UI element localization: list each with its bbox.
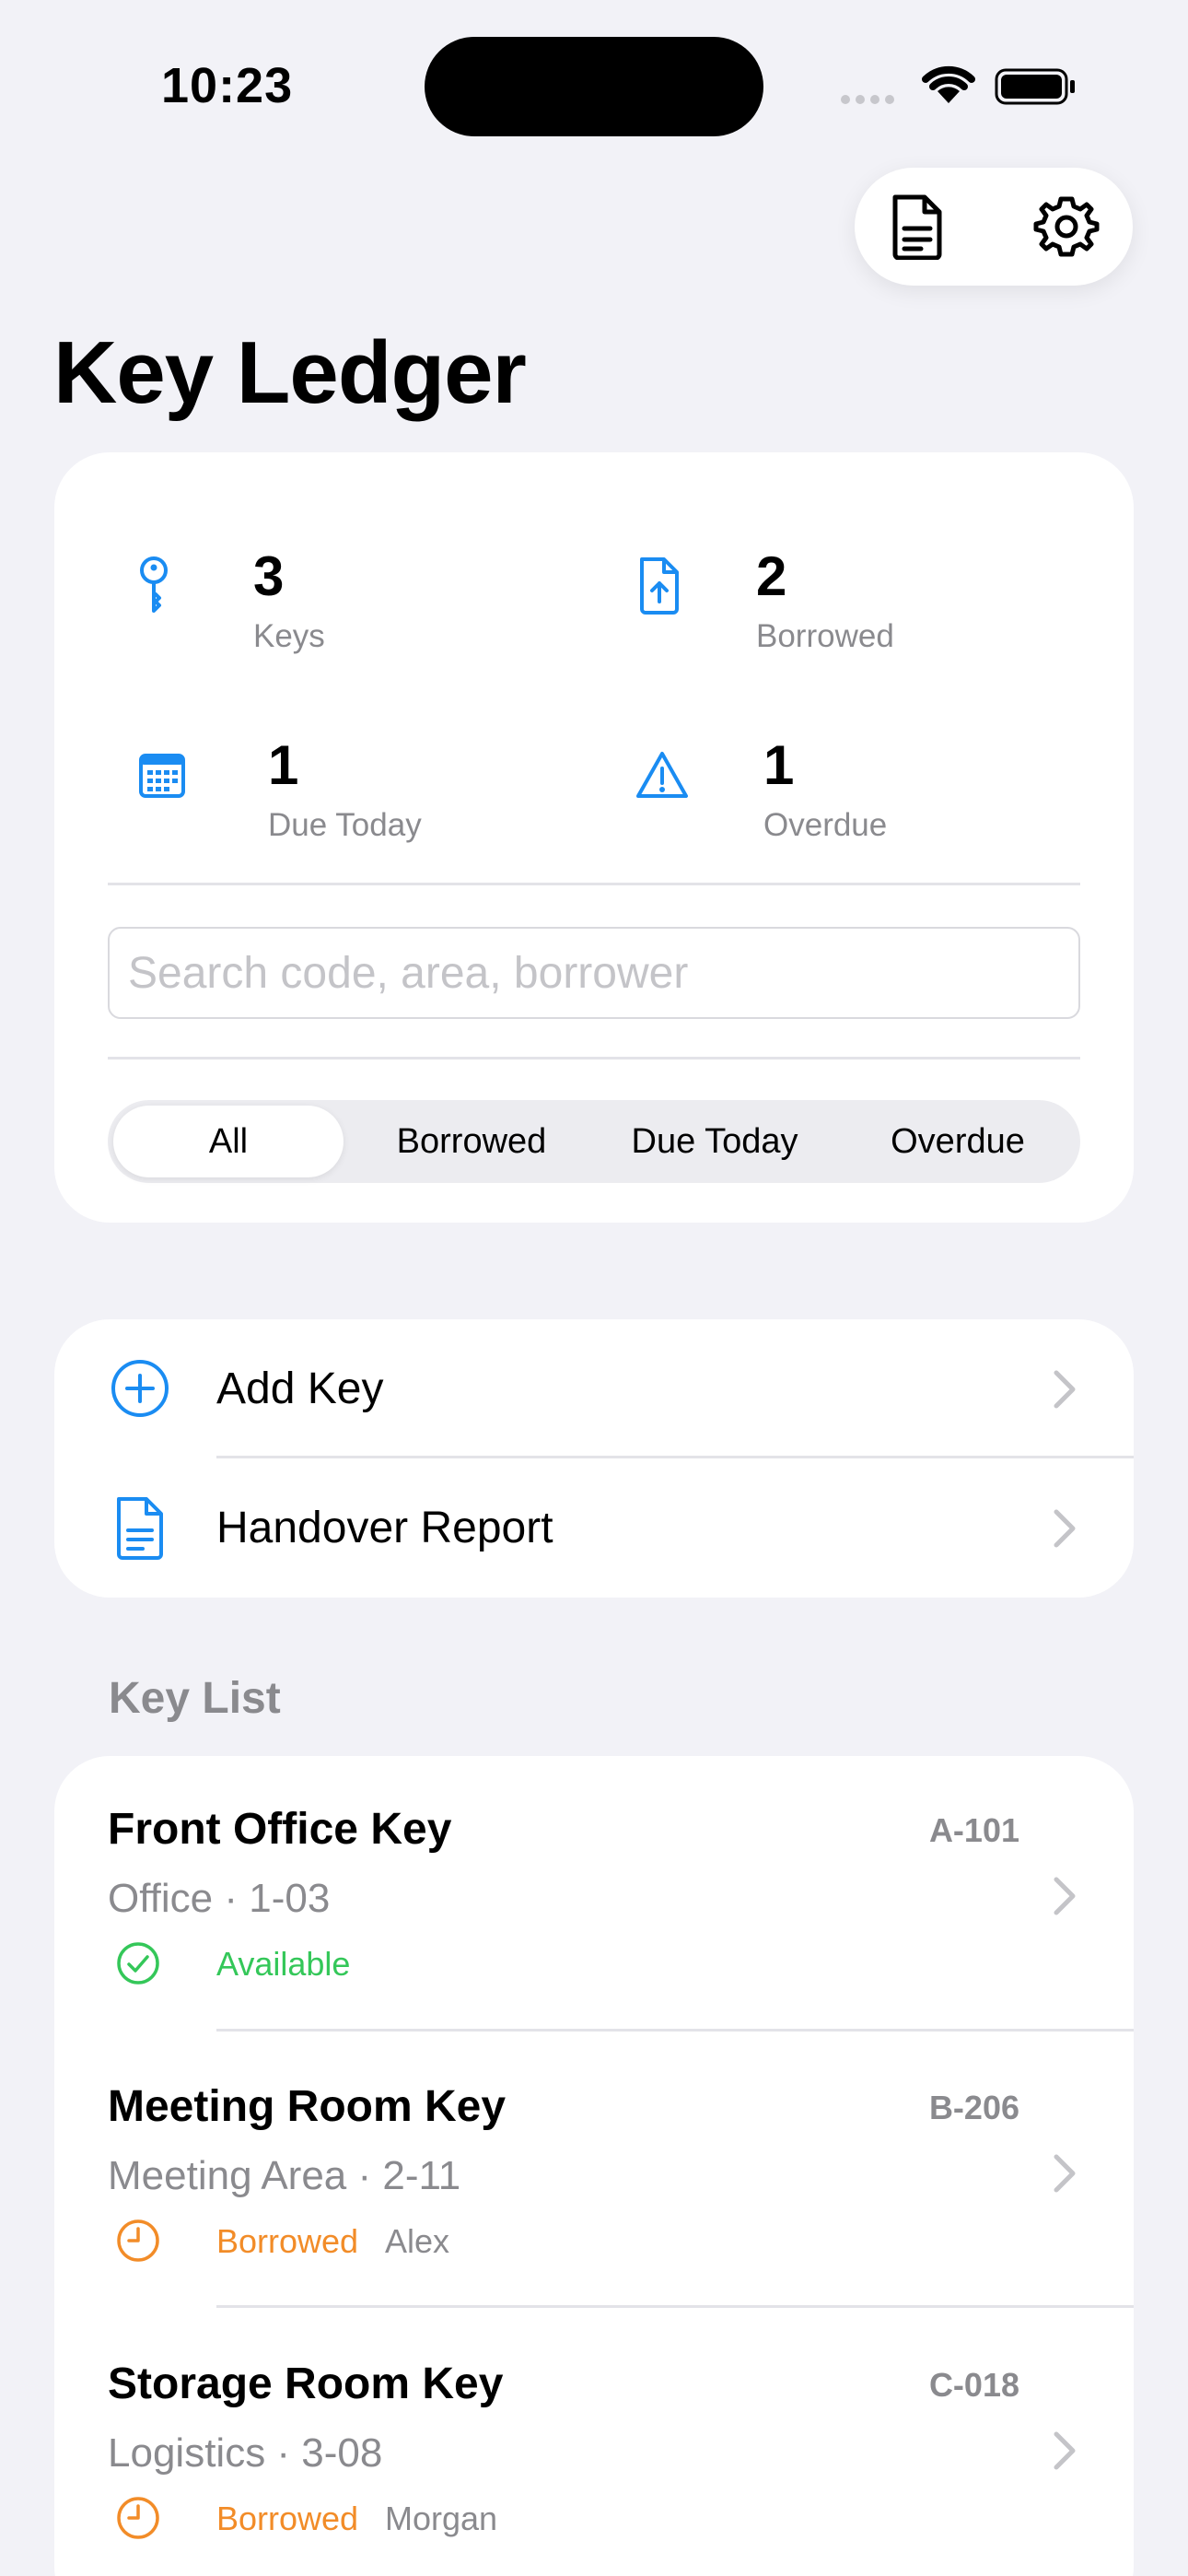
section-title-key-list: Key List bbox=[109, 1674, 281, 1723]
key-row[interactable]: Meeting Room Key B-206 Meeting Area · 2-… bbox=[54, 2033, 1134, 2310]
signal-wifi-battery-icon bbox=[841, 65, 1075, 105]
stat-value: 1 bbox=[763, 734, 795, 796]
borrower-name: Morgan bbox=[385, 2500, 498, 2537]
plus-circle-icon bbox=[111, 1360, 169, 1417]
key-list-card: Front Office Key A-101 Office · 1-03 Ava… bbox=[54, 1756, 1134, 2576]
key-code: B-206 bbox=[928, 2089, 1019, 2126]
doc-upload-icon bbox=[640, 557, 679, 615]
stat-label: Due Today bbox=[268, 807, 422, 843]
key-name: Meeting Room Key bbox=[108, 2082, 507, 2131]
stat-value: 1 bbox=[268, 734, 299, 796]
key-code: A-101 bbox=[928, 1811, 1019, 1849]
page-title: Key Ledger bbox=[53, 323, 527, 422]
key-meta: Meeting Area · 2-11 bbox=[108, 2153, 461, 2198]
stat-borrowed: 2 Borrowed bbox=[635, 544, 1049, 655]
add-key-button[interactable]: Add Key bbox=[54, 1319, 1134, 1458]
stat-value: 2 bbox=[756, 545, 787, 607]
clock-icon bbox=[117, 2219, 159, 2262]
filter-segmented-control: All Borrowed Due Today Overdue bbox=[108, 1100, 1080, 1183]
stat-keys: 3 Keys bbox=[135, 544, 550, 655]
filter-all[interactable]: All bbox=[113, 1106, 344, 1177]
document-icon bbox=[892, 194, 942, 260]
document-icon bbox=[117, 1497, 163, 1560]
action-label: Handover Report bbox=[216, 1504, 553, 1552]
stat-label: Borrowed bbox=[756, 618, 894, 654]
chevron-right-icon bbox=[1054, 1877, 1076, 1915]
settings-button[interactable] bbox=[1031, 192, 1101, 262]
stat-overdue: 1 Overdue bbox=[635, 733, 1049, 844]
stat-label: Keys bbox=[253, 618, 325, 654]
stat-label: Overdue bbox=[763, 807, 888, 843]
actions-card: Add Key Handover Report bbox=[54, 1319, 1134, 1598]
stat-value: 3 bbox=[253, 545, 285, 607]
stat-due-today: 1 Due Today bbox=[135, 733, 550, 844]
filter-overdue[interactable]: Overdue bbox=[843, 1106, 1073, 1177]
key-code: C-018 bbox=[928, 2366, 1019, 2404]
key-name: Front Office Key bbox=[108, 1805, 452, 1854]
check-circle-icon bbox=[117, 1942, 159, 1985]
dynamic-island bbox=[425, 37, 763, 136]
report-button[interactable] bbox=[882, 192, 952, 262]
chevron-right-icon bbox=[1054, 2154, 1076, 2193]
action-label: Add Key bbox=[216, 1364, 384, 1413]
divider bbox=[108, 1057, 1080, 1060]
key-row[interactable]: Front Office Key A-101 Office · 1-03 Ava… bbox=[54, 1756, 1134, 2032]
calendar-icon bbox=[139, 754, 185, 798]
key-meta: Office · 1-03 bbox=[108, 1876, 331, 1921]
key-row[interactable]: Storage Room Key C-018 Logistics · 3-08 … bbox=[54, 2311, 1134, 2576]
divider bbox=[108, 883, 1080, 885]
handover-report-button[interactable]: Handover Report bbox=[54, 1458, 1134, 1598]
borrower-name: Alex bbox=[385, 2222, 450, 2260]
status-badge: Borrowed bbox=[216, 2500, 359, 2537]
status-badge: Available bbox=[216, 1945, 351, 1983]
summary-card: 3 Keys 2 Borrowed 1 Due Today 1 Overdue … bbox=[54, 452, 1134, 1223]
key-icon bbox=[140, 556, 168, 613]
divider bbox=[216, 2305, 1134, 2308]
chevron-right-icon bbox=[1054, 1509, 1076, 1548]
status-badge: Borrowed bbox=[216, 2222, 359, 2260]
key-meta: Logistics · 3-08 bbox=[108, 2430, 383, 2476]
chevron-right-icon bbox=[1054, 2431, 1076, 2470]
gear-icon bbox=[1033, 196, 1100, 257]
warning-icon bbox=[636, 752, 688, 798]
divider bbox=[216, 2029, 1134, 2032]
filter-borrowed[interactable]: Borrowed bbox=[356, 1106, 587, 1177]
search-input[interactable] bbox=[108, 927, 1080, 1019]
status-icons bbox=[840, 63, 1079, 109]
filter-due-today[interactable]: Due Today bbox=[600, 1106, 830, 1177]
clock-icon bbox=[117, 2497, 159, 2539]
status-bar: 10:23 bbox=[0, 0, 1188, 175]
key-name: Storage Room Key bbox=[108, 2359, 504, 2408]
chevron-right-icon bbox=[1054, 1370, 1076, 1409]
status-time: 10:23 bbox=[161, 58, 294, 113]
toolbar-container bbox=[855, 168, 1133, 286]
